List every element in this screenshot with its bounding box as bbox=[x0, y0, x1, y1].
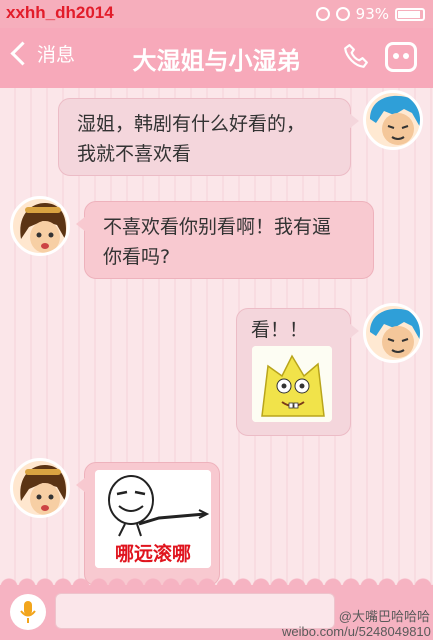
alarm-icon bbox=[335, 7, 350, 21]
menu-icon[interactable] bbox=[385, 42, 417, 72]
microphone-icon bbox=[20, 601, 36, 623]
rage-face-sticker[interactable]: 哪远滚哪 bbox=[95, 470, 211, 568]
status-bar: xxhh_dh2014 93% bbox=[0, 0, 433, 28]
avatar-self[interactable] bbox=[363, 303, 423, 363]
avatar-self[interactable] bbox=[363, 90, 423, 150]
chat-area[interactable]: 湿姐，韩剧有什么好看的， 我就不喜欢看 不喜欢看你别看啊！我有逼 你看吗? 看！… bbox=[0, 88, 433, 586]
message-text-line: 湿姐，韩剧有什么好看的， bbox=[77, 113, 306, 135]
watermark-handle: @大嘴巴哈哈哈 bbox=[338, 609, 430, 624]
status-icons: 93% bbox=[315, 5, 425, 23]
watermark-url: weibo.com/u/5248049810 bbox=[282, 624, 431, 639]
message-text-line: 你看吗? bbox=[103, 246, 171, 268]
carrier-label: xxhh_dh2014 bbox=[6, 3, 114, 22]
avatar-contact[interactable] bbox=[10, 458, 70, 518]
decorative-border bbox=[0, 575, 433, 587]
watermark: @大嘴巴哈哈哈 weibo.com/u/5248049810 bbox=[282, 609, 431, 639]
sticker-caption: 哪远滚哪 bbox=[114, 543, 191, 565]
phone-icon[interactable] bbox=[343, 42, 369, 70]
battery-percent: 93% bbox=[355, 5, 389, 23]
voice-button[interactable] bbox=[10, 594, 46, 630]
message-text: 看！！ bbox=[251, 319, 309, 341]
message-text-line: 不喜欢看你别看啊！我有逼 bbox=[103, 216, 332, 238]
message-bubble-incoming: 不喜欢看你别看啊！我有逼 你看吗? bbox=[76, 201, 374, 279]
battery-icon bbox=[395, 7, 425, 21]
message-bubble-outgoing: 湿姐，韩剧有什么好看的， 我就不喜欢看 bbox=[58, 98, 359, 176]
message-text-line: 我就不喜欢看 bbox=[77, 143, 192, 165]
nav-bar: 消息 大湿姐与小湿弟 bbox=[0, 28, 433, 88]
avatar-contact[interactable] bbox=[10, 196, 70, 256]
spongebob-sticker[interactable] bbox=[252, 346, 332, 422]
lock-rotation-icon bbox=[315, 7, 330, 21]
